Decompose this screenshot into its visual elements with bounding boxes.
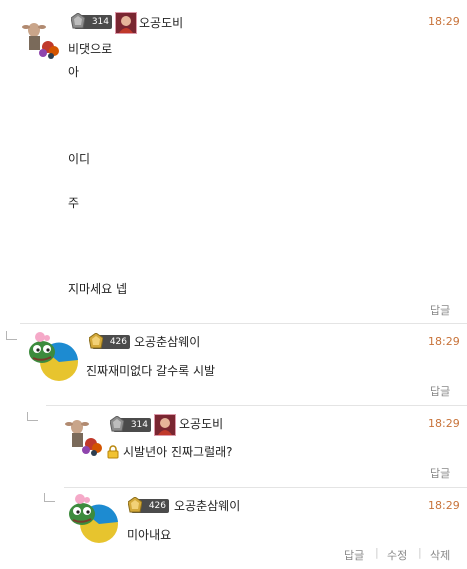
reply-arrow-icon bbox=[6, 331, 17, 340]
level-number: 314 bbox=[91, 17, 109, 27]
comment-line-1: 비댓으로 bbox=[68, 42, 113, 56]
dobby-avatar-image bbox=[59, 411, 105, 457]
timestamp: 18:29 bbox=[428, 15, 460, 28]
level-gem-icon bbox=[89, 333, 103, 349]
comment-text: 진짜재미없다 갈수록 시발 bbox=[86, 364, 216, 378]
timestamp: 18:29 bbox=[428, 499, 460, 512]
comment-text: 미아내요 bbox=[127, 528, 172, 542]
divider bbox=[46, 405, 467, 406]
reply-arrow-icon bbox=[27, 412, 38, 421]
avatar-dobby[interactable] bbox=[16, 14, 62, 60]
pepe-avatar-image bbox=[64, 492, 120, 544]
edit-button[interactable]: 수정 bbox=[387, 547, 407, 563]
comment-line-3: 이디 bbox=[68, 152, 91, 166]
pepe-avatar-image bbox=[24, 330, 80, 382]
level-gem-icon bbox=[128, 497, 142, 513]
reply-button[interactable]: 답글 bbox=[430, 465, 450, 481]
username[interactable]: 오공춘삼웨이 bbox=[134, 333, 200, 350]
level-number: 314 bbox=[130, 420, 148, 430]
avatar-pepe[interactable] bbox=[64, 492, 120, 544]
reply-button[interactable]: 답글 bbox=[430, 383, 450, 399]
level-number: 426 bbox=[148, 501, 166, 511]
timestamp: 18:29 bbox=[428, 417, 460, 430]
divider bbox=[20, 323, 467, 324]
delete-button[interactable]: 삭제 bbox=[430, 547, 450, 563]
user-thumbnail bbox=[115, 12, 137, 34]
level-badge: 314 bbox=[110, 416, 151, 432]
comment-line-5: 지마세요 넵 bbox=[68, 282, 128, 296]
username[interactable]: 오공춘삼웨이 bbox=[174, 497, 240, 514]
reply-arrow-icon bbox=[44, 493, 55, 502]
level-badge: 426 bbox=[89, 333, 130, 349]
reply-button[interactable]: 답글 bbox=[430, 302, 450, 318]
level-gem-icon bbox=[110, 416, 124, 432]
lock-icon bbox=[106, 444, 120, 459]
divider bbox=[64, 487, 467, 488]
level-badge: 426 bbox=[128, 497, 169, 513]
username[interactable]: 오공도비 bbox=[139, 14, 183, 31]
thumbnail-image bbox=[155, 415, 175, 435]
level-number: 426 bbox=[109, 337, 127, 347]
avatar-dobby[interactable] bbox=[59, 411, 105, 457]
action-separator: | bbox=[418, 546, 422, 559]
username[interactable]: 오공도비 bbox=[179, 415, 223, 432]
action-separator: | bbox=[375, 546, 379, 559]
user-thumbnail bbox=[154, 414, 176, 436]
avatar-pepe[interactable] bbox=[24, 330, 80, 382]
comment-line-2: 아 bbox=[68, 65, 80, 79]
dobby-avatar-image bbox=[16, 14, 62, 60]
reply-button[interactable]: 답글 bbox=[344, 547, 364, 563]
level-gem-icon bbox=[71, 13, 85, 29]
level-badge: 314 bbox=[71, 13, 112, 29]
thumbnail-image bbox=[116, 13, 136, 33]
comment-line-4: 주 bbox=[68, 196, 80, 210]
comment-text: 시발년아 진짜그럴래? bbox=[123, 445, 233, 459]
timestamp: 18:29 bbox=[428, 335, 460, 348]
